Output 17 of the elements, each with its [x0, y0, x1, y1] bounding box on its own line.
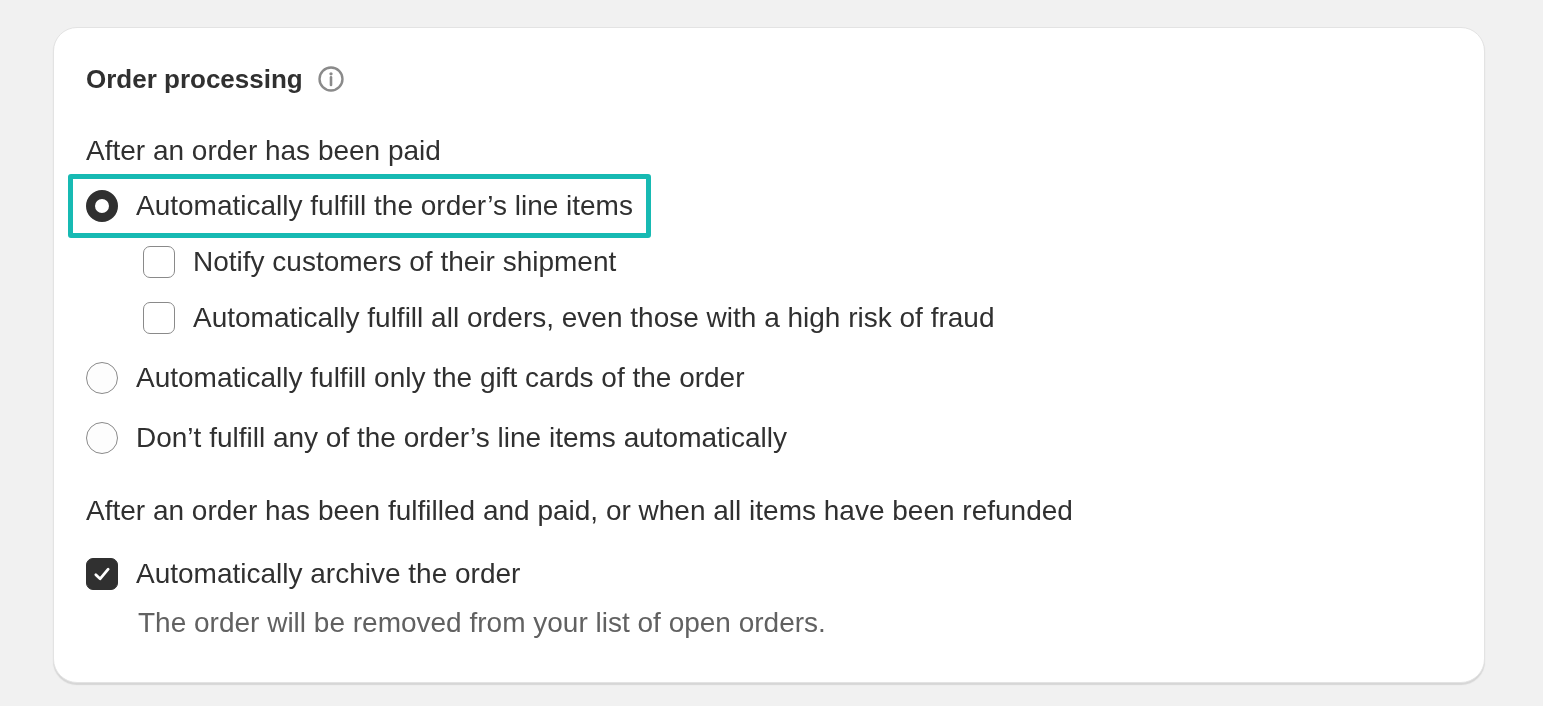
radio-button[interactable]	[86, 362, 118, 394]
option-label[interactable]: Automatically fulfill only the gift cards of the order	[136, 362, 745, 394]
help-text: The order will be removed from your list of open orders.	[137, 607, 827, 639]
checkbox[interactable]	[143, 246, 175, 278]
option-label[interactable]: Don’t fulfill any of the order’s line items automatically	[136, 422, 788, 454]
option-label[interactable]: Automatically fulfill all orders, even those with a high risk of fraud	[193, 302, 995, 334]
checkbox[interactable]	[143, 302, 175, 334]
section-label: After an order has been fulfilled and paid, or when all items have been refunded	[86, 495, 1074, 527]
info-icon[interactable]	[317, 66, 344, 92]
radio-button[interactable]	[86, 422, 118, 454]
option-label[interactable]: Notify customers of their shipment	[193, 246, 617, 278]
section-label: After an order has been paid	[86, 135, 442, 167]
option-label[interactable]: Automatically fulfill the order’s line items	[136, 190, 633, 222]
card-title: Order processing	[86, 64, 303, 94]
checkbox[interactable]	[86, 558, 118, 590]
option-label[interactable]: Automatically archive the order	[136, 558, 521, 590]
radio-button[interactable]	[86, 190, 118, 222]
